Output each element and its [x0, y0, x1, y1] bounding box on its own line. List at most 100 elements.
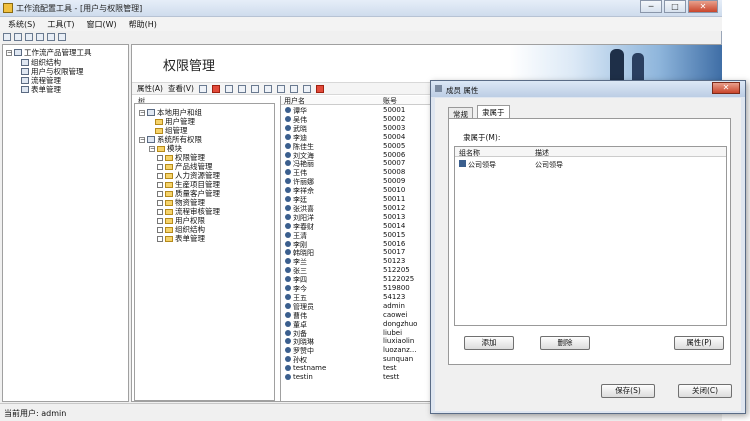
properties-menu[interactable]: 属性(A) [137, 83, 163, 94]
user-row[interactable]: 管理员 admin [281, 302, 430, 311]
user-row[interactable]: 刘晓琳 liuxiaolin [281, 337, 430, 346]
user-row[interactable]: 陈佳生 50005 [281, 142, 430, 151]
view-menu[interactable]: 查看(V) [168, 83, 194, 94]
user-account: 50012 [383, 203, 406, 212]
user-row[interactable]: 武晓 50003 [281, 124, 430, 133]
user-row[interactable]: 孙权 sunquan [281, 355, 430, 364]
checkbox[interactable] [157, 190, 163, 197]
user-row[interactable]: testname test [281, 364, 430, 373]
user-row[interactable]: 冯艳丽 50007 [281, 159, 430, 168]
filter-icon[interactable] [302, 84, 311, 93]
user-row[interactable]: 李祥佘 50010 [281, 186, 430, 195]
user-row[interactable]: 张三 512205 [281, 266, 430, 275]
properties-icon[interactable] [224, 84, 233, 93]
column-group-name[interactable]: 组名称 [459, 148, 480, 158]
folder-icon [165, 226, 173, 233]
large-icons-icon[interactable] [250, 84, 259, 93]
user-row[interactable]: 刘阳洋 50013 [281, 213, 430, 222]
tree-module-item[interactable]: 表单管理 [157, 233, 205, 244]
close-dialog-button[interactable]: 关闭(C) [678, 384, 732, 398]
import-icon[interactable] [315, 84, 324, 93]
exit-icon[interactable] [58, 33, 66, 41]
add-button[interactable]: 添加 [464, 336, 514, 350]
export-icon[interactable] [237, 84, 246, 93]
user-row[interactable]: 许丽娜 50009 [281, 177, 430, 186]
user-account: liubei [383, 328, 403, 337]
user-account: 50006 [383, 150, 406, 159]
user-row[interactable]: 刘文海 50006 [281, 151, 430, 160]
menu-tools[interactable]: 工具(T) [43, 19, 78, 30]
checkbox[interactable] [157, 217, 163, 224]
collapse-icon[interactable]: − [139, 136, 145, 143]
details-icon[interactable] [289, 84, 298, 93]
print-icon[interactable] [36, 33, 44, 41]
user-row[interactable]: 王清 50015 [281, 231, 430, 240]
save-icon[interactable] [25, 33, 33, 41]
small-icons-icon[interactable] [263, 84, 272, 93]
user-row[interactable]: 李兰 50123 [281, 257, 430, 266]
column-username[interactable]: 用户名 [284, 96, 305, 106]
tab-member-of[interactable]: 隶属于 [477, 105, 510, 118]
help-icon[interactable] [47, 33, 55, 41]
checkbox[interactable] [157, 154, 163, 161]
tree-item-forms[interactable]: 表单管理 [21, 84, 61, 95]
refresh-icon[interactable] [198, 84, 207, 93]
member-properties-dialog: 成员 属性 ✕ 常规 隶属于 隶属于(M): 组名称 描述 公司领导 公司领导 … [430, 80, 746, 414]
checkbox[interactable] [157, 235, 163, 242]
user-row[interactable]: 董卓 dongzhuo [281, 320, 430, 329]
collapse-icon[interactable]: − [6, 49, 12, 56]
tab-general[interactable]: 常规 [448, 107, 473, 119]
user-account: 50004 [383, 132, 406, 141]
menu-help[interactable]: 帮助(H) [125, 19, 161, 30]
close-button[interactable]: ✕ [688, 0, 718, 13]
column-description[interactable]: 描述 [535, 148, 549, 158]
user-row[interactable]: 吴伟 50002 [281, 115, 430, 124]
user-row[interactable]: 谭华 50001 [281, 106, 430, 115]
user-account: dongzhuo [383, 319, 418, 328]
user-row[interactable]: 韩晓阳 50017 [281, 248, 430, 257]
user-list: 用户名 账号 谭华 50001 吴伟 50002 武晓 50003 李迪 50004 陈佳生 50… [280, 96, 430, 402]
open-icon[interactable] [14, 33, 22, 41]
collapse-icon[interactable]: − [149, 145, 155, 152]
user-account: caowei [383, 310, 408, 319]
permission-tree: − 本地用户和组 用户管理 组管理 − 系统所有权限 − 模块 权限管理 产品线… [134, 103, 275, 401]
user-account: 50005 [383, 141, 406, 150]
user-row[interactable]: 刘备 liubei [281, 329, 430, 338]
collapse-icon[interactable]: − [139, 109, 145, 116]
user-row[interactable]: 李迪 50004 [281, 133, 430, 142]
user-icon [285, 365, 291, 372]
user-row[interactable]: 李刚 50016 [281, 240, 430, 249]
user-row[interactable]: 李今 519800 [281, 284, 430, 293]
save-button[interactable]: 保存(S) [601, 384, 655, 398]
menu-system[interactable]: 系统(S) [4, 19, 39, 30]
user-row[interactable]: 曹伟 caowei [281, 311, 430, 320]
folder-icon [165, 235, 173, 242]
checkbox[interactable] [157, 172, 163, 179]
delete-button[interactable]: 删除 [540, 336, 590, 350]
user-row[interactable]: 王五 54123 [281, 293, 430, 302]
user-row[interactable]: 罗赞中 luozanz... [281, 346, 430, 355]
restore-button[interactable]: □ [664, 0, 686, 13]
group-row[interactable]: 公司领导 公司领导 [455, 159, 726, 169]
menu-window[interactable]: 窗口(W) [82, 19, 120, 30]
user-row[interactable]: 张洪喜 50012 [281, 204, 430, 213]
user-row[interactable]: 李春财 50014 [281, 222, 430, 231]
minimize-button[interactable]: ─ [640, 0, 662, 13]
user-row[interactable]: 李四 5122025 [281, 275, 430, 284]
checkbox[interactable] [157, 163, 163, 170]
new-icon[interactable] [3, 33, 11, 41]
column-account[interactable]: 账号 [383, 96, 397, 106]
user-icon [285, 356, 291, 363]
list-icon[interactable] [276, 84, 285, 93]
user-icon [285, 302, 291, 309]
dialog-close-button[interactable]: ✕ [712, 82, 740, 94]
checkbox[interactable] [157, 226, 163, 233]
user-row[interactable]: 王伟 50008 [281, 168, 430, 177]
checkbox[interactable] [157, 181, 163, 188]
delete-icon[interactable] [211, 84, 220, 93]
properties-button[interactable]: 属性(P) [674, 336, 724, 350]
checkbox[interactable] [157, 199, 163, 206]
checkbox[interactable] [157, 208, 163, 215]
user-row[interactable]: 李廷 50011 [281, 195, 430, 204]
user-row[interactable]: testin testt [281, 373, 430, 382]
